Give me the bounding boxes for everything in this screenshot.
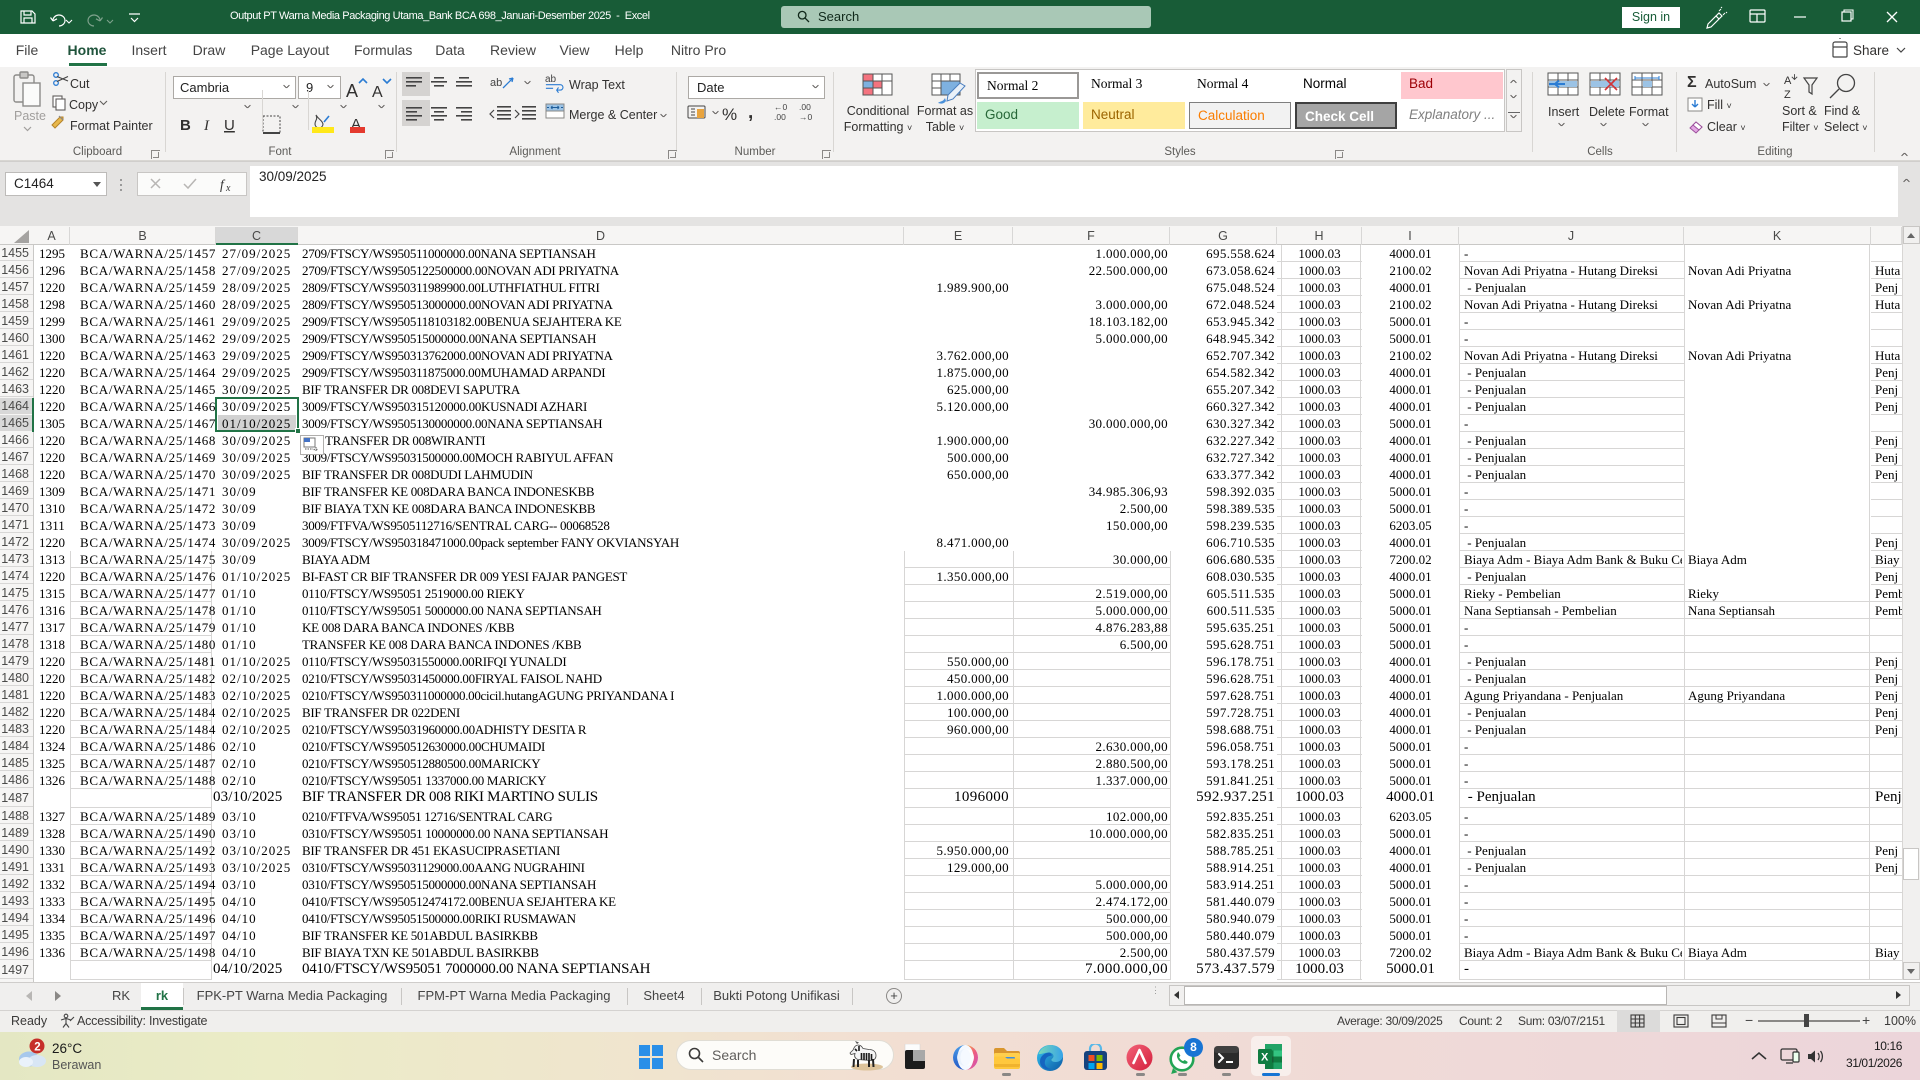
svg-text:ab: ab xyxy=(545,74,557,85)
svg-text:Z: Z xyxy=(1784,89,1791,101)
svg-text:Cut: Cut xyxy=(70,77,90,91)
svg-text:.00: .00 xyxy=(774,112,786,122)
svg-text:A: A xyxy=(1784,75,1792,87)
svg-text:X: X xyxy=(1261,1052,1269,1064)
svg-text:,: , xyxy=(748,102,753,123)
svg-text:B: B xyxy=(180,117,191,134)
svg-text:Format Painter: Format Painter xyxy=(70,119,153,133)
svg-text:.00: .00 xyxy=(799,102,811,112)
svg-text:ab: ab xyxy=(490,77,502,89)
svg-text:I: I xyxy=(203,118,210,134)
svg-text:Copy: Copy xyxy=(69,98,99,112)
svg-text:→0: →0 xyxy=(799,112,813,122)
svg-text:Paste: Paste xyxy=(14,109,46,123)
svg-text:%: % xyxy=(722,105,737,124)
svg-text:U: U xyxy=(224,117,235,134)
svg-text:A: A xyxy=(346,81,358,101)
svg-text:A: A xyxy=(372,84,383,101)
svg-text:←0: ←0 xyxy=(774,102,788,112)
svg-text:Share: Share xyxy=(1853,43,1889,58)
svg-text:2: 2 xyxy=(34,1042,40,1054)
svg-text:x: x xyxy=(225,183,231,194)
